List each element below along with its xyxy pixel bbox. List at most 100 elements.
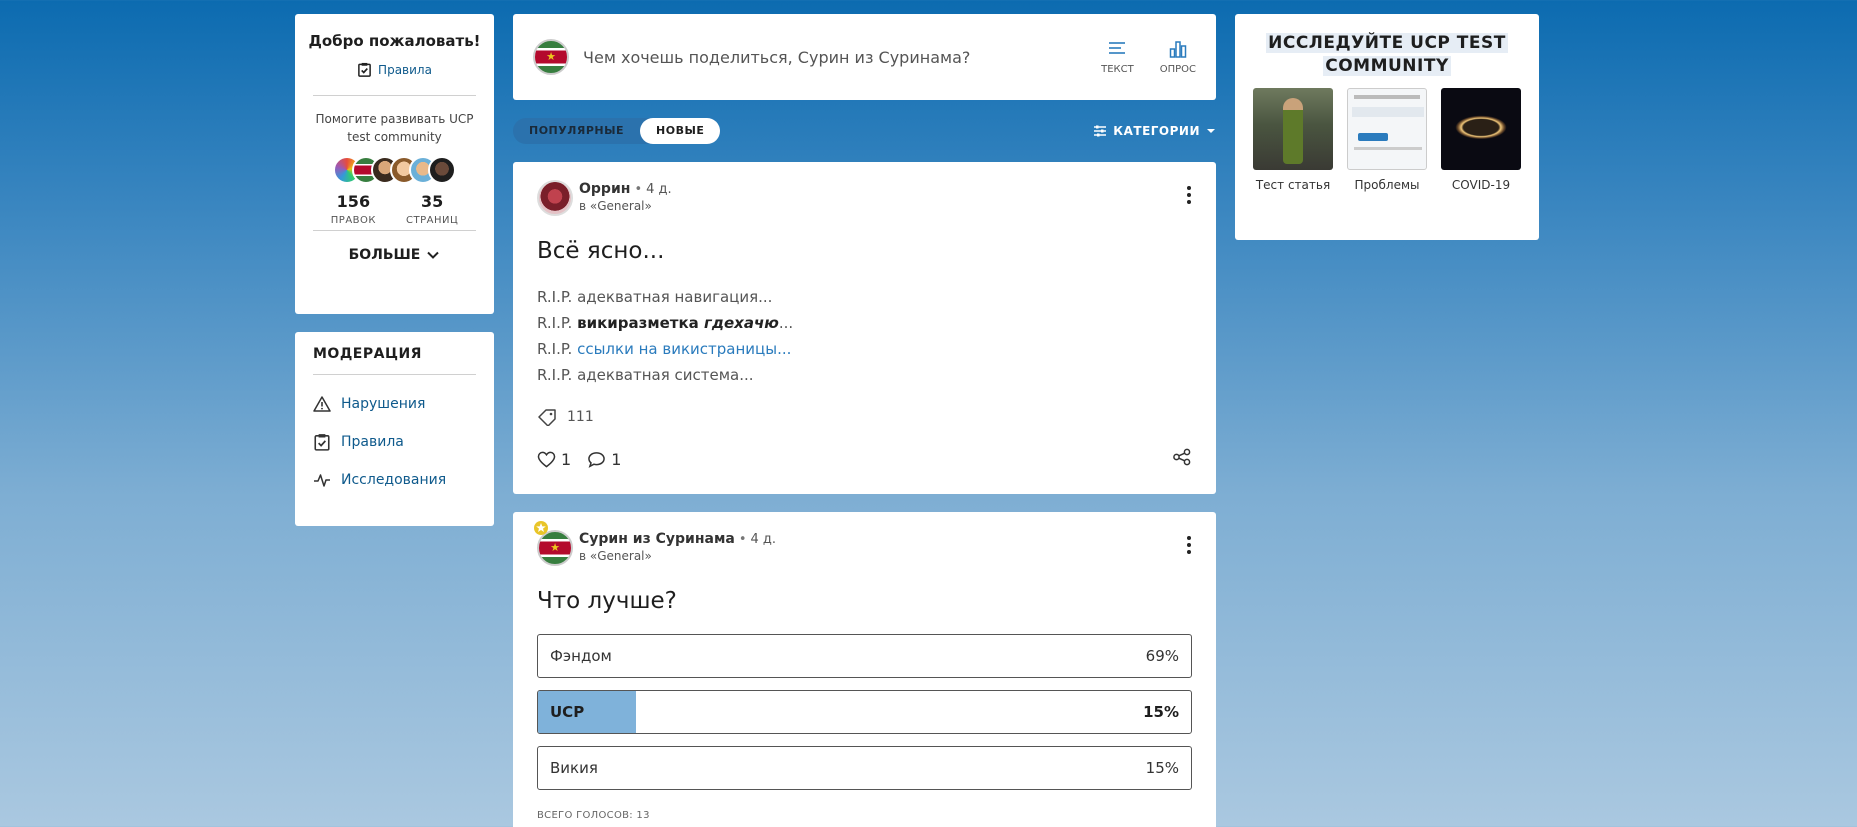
more-button[interactable]: БОЛЬШЕ [295, 247, 494, 263]
text-lines-icon [1109, 41, 1126, 54]
explore-item[interactable]: Проблемы [1347, 88, 1427, 192]
meta-separator: • [634, 182, 643, 197]
heart-icon [537, 451, 556, 468]
poll-option-label: Фэндом [550, 647, 612, 665]
pages-count: 35 [420, 192, 444, 211]
edits-label: ПРАВОК [330, 215, 376, 226]
moderation-item-reports[interactable]: Нарушения [313, 395, 476, 413]
explore-card: ИССЛЕДУЙТЕ UCP TEST COMMUNITY Тест стать… [1235, 14, 1539, 240]
rules-link[interactable]: Правила [295, 62, 494, 77]
explore-item-caption: Проблемы [1354, 178, 1420, 192]
text-post-button[interactable]: ТЕКСТ [1101, 40, 1134, 75]
divider [313, 230, 476, 231]
help-text: Помогите развивать UCP test community [315, 112, 474, 144]
welcome-card: Добро пожаловать! Правила Помогите разви… [295, 14, 494, 314]
poll-options: Фэндом 69% UCP 15% Викия 15% [537, 634, 1192, 790]
post-time[interactable]: 4 д. [646, 182, 672, 197]
poll-question[interactable]: Что лучше? [537, 588, 1192, 614]
post-title[interactable]: Всё ясно... [537, 238, 1192, 264]
composer-input[interactable]: Чем хочешь поделиться, Сурин из Суринама… [583, 48, 1075, 67]
divider [313, 95, 476, 96]
caret-down-icon [1207, 129, 1215, 133]
moderation-item-label: Правила [341, 434, 404, 450]
post-composer: Чем хочешь поделиться, Сурин из Суринама… [513, 14, 1216, 100]
like-button[interactable]: 1 [537, 450, 571, 469]
explore-title-line: COMMUNITY [1323, 56, 1451, 76]
meta-separator: • [738, 532, 747, 547]
post-text: ... [777, 340, 792, 358]
tag-icon [538, 409, 556, 426]
post-tag[interactable]: 111 [537, 408, 1192, 426]
moderation-item-insights[interactable]: Исследования [313, 471, 476, 489]
poll-option[interactable]: Викия 15% [537, 746, 1192, 790]
welcome-title: Добро пожаловать! [308, 32, 481, 50]
post-line: R.I.P. ссылки на викистраницы... [537, 336, 1192, 362]
comment-button[interactable]: 1 [587, 450, 621, 469]
explore-item-image [1441, 88, 1521, 170]
explore-item-caption: Тест статья [1255, 178, 1331, 192]
post-text: R.I.P. [537, 340, 578, 358]
warning-icon [313, 396, 331, 412]
poll-total-votes: ВСЕГО ГОЛОСОВ: 13 [537, 810, 650, 821]
text-post-label: ТЕКСТ [1101, 63, 1134, 75]
post-text: R.I.P. [537, 314, 578, 332]
post-link[interactable]: ссылки на викистраницы [577, 340, 777, 358]
bar-chart-icon [1169, 40, 1187, 58]
activity-icon [314, 474, 330, 487]
post-header: Сурин из Суринама• 4 д. в «General» [534, 521, 1192, 566]
poll-option[interactable]: Фэндом 69% [537, 634, 1192, 678]
share-icon [1173, 448, 1191, 466]
feed-filter-bar: ПОПУЛЯРНЫЕ НОВЫЕ КАТЕГОРИИ [513, 118, 1216, 144]
post-menu-button[interactable] [1186, 186, 1192, 204]
post-menu-button[interactable] [1186, 536, 1192, 554]
post-header: Оррин • 4 д. в «General» [537, 180, 1192, 216]
tab-new[interactable]: НОВЫЕ [640, 118, 721, 144]
edits-stat[interactable]: 156 ПРАВОК [331, 192, 376, 226]
poll-option-label: Викия [550, 759, 598, 777]
explore-item-image [1253, 88, 1333, 170]
author-avatar[interactable] [537, 180, 573, 216]
comment-count: 1 [611, 449, 622, 469]
tab-popular[interactable]: ПОПУЛЯРНЫЕ [513, 118, 640, 144]
sort-toggle: ПОПУЛЯРНЫЕ НОВЫЕ [513, 118, 721, 144]
poll-option-percent: 15% [1143, 703, 1179, 721]
post-body: R.I.P. адекватная навигация... R.I.P. ви… [537, 284, 1192, 388]
moderation-item-label: Нарушения [341, 396, 426, 412]
post-card: Сурин из Суринама• 4 д. в «General» Что л… [513, 512, 1216, 827]
post-author[interactable]: Оррин [579, 181, 630, 197]
post-text: ... [778, 314, 794, 332]
user-avatar[interactable] [533, 39, 569, 75]
poll-option[interactable]: UCP 15% [537, 690, 1192, 734]
post-time[interactable]: 4 д. [751, 532, 777, 547]
wiki-stats: 156 ПРАВОК 35 СТРАНИЦ [295, 192, 494, 226]
explore-item[interactable]: Тест статья [1253, 88, 1333, 192]
explore-item-image [1347, 88, 1427, 170]
post-bold-italic-text: гдехачю [704, 314, 779, 332]
post-author[interactable]: Сурин из Суринама [579, 531, 735, 547]
poll-option-percent: 69% [1145, 647, 1179, 665]
post-category[interactable]: в «General» [579, 198, 672, 214]
edits-count: 156 [336, 192, 371, 211]
post-bold-text: викиразметка [577, 314, 705, 332]
categories-dropdown[interactable]: КАТЕГОРИИ [1093, 124, 1216, 138]
moderation-item-rules[interactable]: Правила [313, 433, 476, 451]
chevron-down-icon [427, 251, 440, 259]
explore-item-caption: COVID-19 [1451, 178, 1511, 192]
avatar[interactable] [428, 156, 456, 184]
pages-stat[interactable]: 35 СТРАНИЦ [406, 192, 458, 226]
pages-label: СТРАНИЦ [406, 215, 459, 226]
explore-item[interactable]: COVID-19 [1441, 88, 1521, 192]
post-line: R.I.P. адекватная система... [537, 366, 754, 384]
share-button[interactable] [1172, 448, 1192, 470]
moderation-title: МОДЕРАЦИЯ [313, 346, 476, 375]
like-count: 1 [561, 449, 572, 469]
poll-post-button[interactable]: ОПРОС [1160, 40, 1196, 75]
sliders-icon [1094, 125, 1107, 137]
explore-title: ИССЛЕДУЙТЕ UCP TEST COMMUNITY [1235, 32, 1539, 78]
post-line: R.I.P. адекватная навигация... [537, 288, 773, 306]
poll-option-label: UCP [550, 703, 585, 721]
explore-thumbnails: Тест статья Проблемы COVID-19 [1235, 88, 1539, 192]
poll-option-percent: 15% [1145, 759, 1179, 777]
badge-star-icon [534, 521, 548, 535]
post-category[interactable]: в «General» [579, 548, 776, 564]
